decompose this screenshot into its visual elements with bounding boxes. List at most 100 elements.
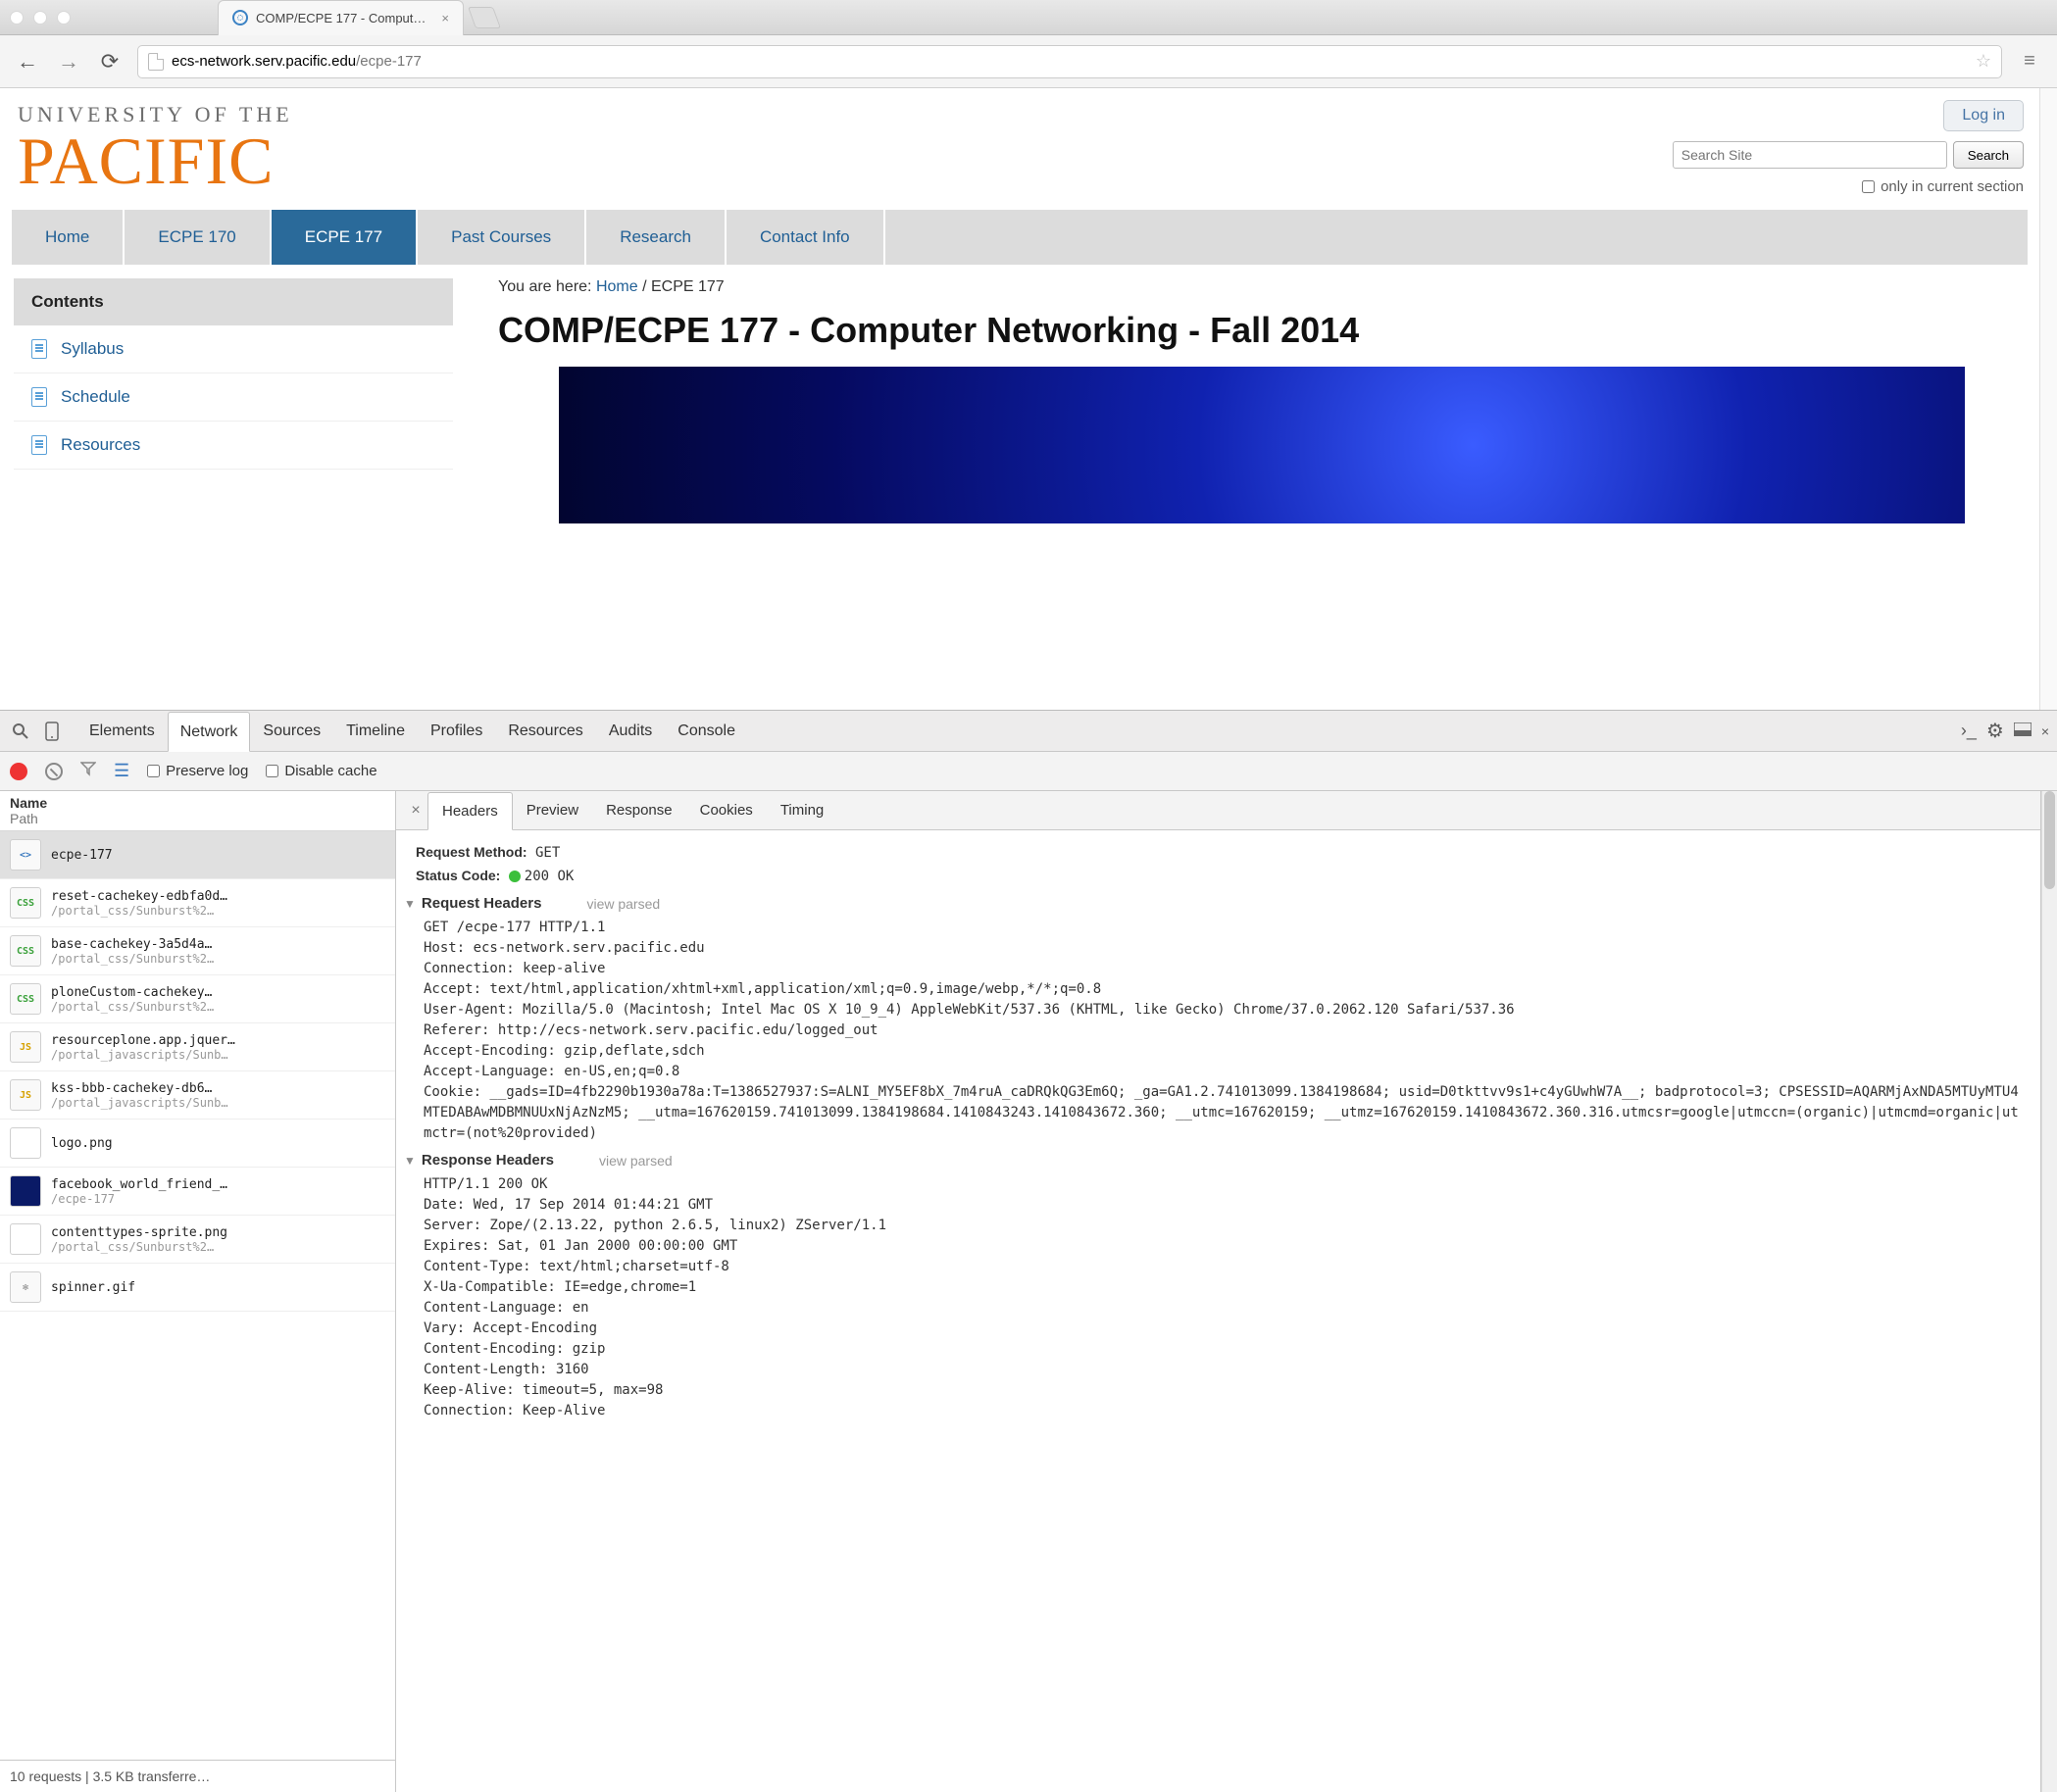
- request-row[interactable]: CSSploneCustom-cachekey…/portal_css/Sunb…: [0, 975, 395, 1023]
- devtools-panel: ElementsNetworkSourcesTimelineProfilesRe…: [0, 710, 2057, 1792]
- view-parsed-link[interactable]: view parsed: [599, 1153, 673, 1169]
- request-row[interactable]: JSresourceplone.app.jquer…/portal_javasc…: [0, 1023, 395, 1071]
- disclosure-triangle-icon: ▼: [404, 1154, 416, 1168]
- devtools-tab[interactable]: Elements: [76, 711, 168, 751]
- detail-tab[interactable]: Response: [592, 791, 686, 829]
- request-row[interactable]: JSkss-bbb-cachekey-db6…/portal_javascrip…: [0, 1071, 395, 1120]
- filter-icon[interactable]: [80, 761, 96, 781]
- request-headers-section[interactable]: ▼ Request Headers view parsed: [404, 895, 2021, 912]
- breadcrumb-current: ECPE 177: [651, 278, 725, 295]
- nav-tab[interactable]: ECPE 170: [125, 210, 271, 265]
- minimize-window-icon[interactable]: [33, 11, 47, 25]
- settings-gear-icon[interactable]: ⚙: [1986, 719, 2004, 743]
- document-icon: [31, 339, 47, 359]
- devtools-tab[interactable]: Resources: [495, 711, 595, 751]
- request-row[interactable]: CSSbase-cachekey-3a5d4a…/portal_css/Sunb…: [0, 927, 395, 975]
- banner-image: [559, 367, 1964, 523]
- login-button[interactable]: Log in: [1943, 100, 2024, 131]
- devtools-tab[interactable]: Timeline: [333, 711, 418, 751]
- back-button[interactable]: ←: [14, 48, 41, 75]
- breadcrumb: You are here: Home / ECPE 177: [498, 278, 2026, 296]
- document-icon: [31, 435, 47, 455]
- request-row[interactable]: ✻spinner.gif: [0, 1264, 395, 1312]
- menu-icon[interactable]: ≡: [2016, 50, 2043, 73]
- page-scrollbar[interactable]: [2039, 88, 2057, 710]
- nav-tab[interactable]: ECPE 177: [272, 210, 418, 265]
- address-bar[interactable]: ecs-network.serv.pacific.edu/ecpe-177 ☆: [137, 45, 2002, 78]
- request-list-header: Name Path: [0, 791, 395, 831]
- devtools-tab[interactable]: Sources: [250, 711, 333, 751]
- tab-title: COMP/ECPE 177 - Comput…: [256, 11, 426, 25]
- detail-tabs: × HeadersPreviewResponseCookiesTiming: [396, 791, 2040, 830]
- devtools-tab[interactable]: Network: [168, 712, 251, 752]
- detail-scrollbar[interactable]: [2041, 791, 2057, 1792]
- file-type-icon: [10, 1127, 41, 1159]
- console-toggle-icon[interactable]: ›_: [1961, 721, 1977, 741]
- detail-tab[interactable]: Timing: [767, 791, 837, 829]
- view-parsed-link[interactable]: view parsed: [586, 896, 660, 912]
- document-icon: [31, 387, 47, 407]
- headers-pane: Request Method: GET Status Code: 200 OK …: [396, 830, 2040, 1792]
- dock-icon[interactable]: [2014, 722, 2032, 739]
- breadcrumb-home[interactable]: Home: [596, 278, 638, 295]
- request-row[interactable]: logo.png: [0, 1120, 395, 1168]
- site-logo[interactable]: UNIVERSITY OF THE PACIFIC: [16, 96, 295, 210]
- detail-tab[interactable]: Cookies: [686, 791, 767, 829]
- file-type-icon: CSS: [10, 983, 41, 1015]
- browser-tab[interactable]: COMP/ECPE 177 - Comput… ×: [218, 0, 464, 35]
- file-type-icon: CSS: [10, 935, 41, 967]
- request-row[interactable]: contenttypes-sprite.png/portal_css/Sunbu…: [0, 1216, 395, 1264]
- site-search-button[interactable]: Search: [1953, 141, 2024, 169]
- preserve-log[interactable]: Preserve log: [147, 763, 248, 779]
- detail-tab[interactable]: Preview: [513, 791, 592, 829]
- page-content: UNIVERSITY OF THE PACIFIC Log in Search …: [0, 88, 2039, 710]
- site-search-input[interactable]: [1673, 141, 1947, 169]
- nav-tab[interactable]: Contact Info: [727, 210, 885, 265]
- nav-tab[interactable]: Home: [12, 210, 125, 265]
- page-title: COMP/ECPE 177 - Computer Networking - Fa…: [498, 310, 2026, 351]
- response-headers-section[interactable]: ▼ Response Headers view parsed: [404, 1152, 2021, 1169]
- devtools-toolbar: ElementsNetworkSourcesTimelineProfilesRe…: [0, 711, 2057, 752]
- file-type-icon: ✻: [10, 1271, 41, 1303]
- zoom-window-icon[interactable]: [57, 11, 71, 25]
- request-row[interactable]: CSSreset-cachekey-edbfa0d…/portal_css/Su…: [0, 879, 395, 927]
- device-icon[interactable]: [39, 719, 65, 744]
- contents-item[interactable]: Syllabus: [14, 325, 453, 373]
- new-tab-button[interactable]: [468, 7, 501, 28]
- clear-button[interactable]: [45, 763, 63, 780]
- devtools-tab[interactable]: Profiles: [418, 711, 495, 751]
- file-type-icon: <>: [10, 839, 41, 871]
- file-type-icon: JS: [10, 1079, 41, 1111]
- devtools-tab[interactable]: Console: [665, 711, 748, 751]
- disclosure-triangle-icon: ▼: [404, 897, 416, 911]
- devtools-tab[interactable]: Audits: [596, 711, 665, 751]
- contents-item[interactable]: Schedule: [14, 373, 453, 422]
- only-current-section[interactable]: only in current section: [1862, 178, 2024, 195]
- nav-tab[interactable]: Past Courses: [418, 210, 586, 265]
- response-headers-raw: HTTP/1.1 200 OK Date: Wed, 17 Sep 2014 0…: [416, 1174, 2021, 1421]
- devtools-close-icon[interactable]: ×: [2041, 723, 2049, 739]
- request-row[interactable]: facebook_world_friend_…/ecpe-177: [0, 1168, 395, 1216]
- traffic-lights: [10, 11, 71, 25]
- detail-tab[interactable]: Headers: [427, 792, 513, 830]
- disable-cache[interactable]: Disable cache: [266, 763, 376, 779]
- contents-item[interactable]: Resources: [14, 422, 453, 470]
- forward-button[interactable]: →: [55, 48, 82, 75]
- record-button[interactable]: [10, 763, 27, 780]
- request-row[interactable]: <>ecpe-177: [0, 831, 395, 879]
- bookmark-star-icon[interactable]: ☆: [1976, 51, 1991, 72]
- browser-toolbar: ← → ⟳ ecs-network.serv.pacific.edu/ecpe-…: [0, 35, 2057, 88]
- tab-close-icon[interactable]: ×: [441, 11, 449, 25]
- close-window-icon[interactable]: [10, 11, 24, 25]
- request-detail: × HeadersPreviewResponseCookiesTiming Re…: [396, 791, 2041, 1792]
- status-dot-icon: [509, 871, 521, 882]
- contents-heading: Contents: [14, 278, 453, 325]
- view-toggle-icon[interactable]: ☰: [114, 761, 129, 781]
- nav-tab[interactable]: Research: [586, 210, 727, 265]
- file-type-icon: [10, 1175, 41, 1207]
- reload-button[interactable]: ⟳: [96, 48, 124, 75]
- detail-close-icon[interactable]: ×: [404, 802, 427, 820]
- inspect-icon[interactable]: [8, 719, 33, 744]
- only-current-checkbox[interactable]: [1862, 180, 1875, 193]
- network-statusbar: 10 requests | 3.5 KB transferre…: [0, 1760, 395, 1792]
